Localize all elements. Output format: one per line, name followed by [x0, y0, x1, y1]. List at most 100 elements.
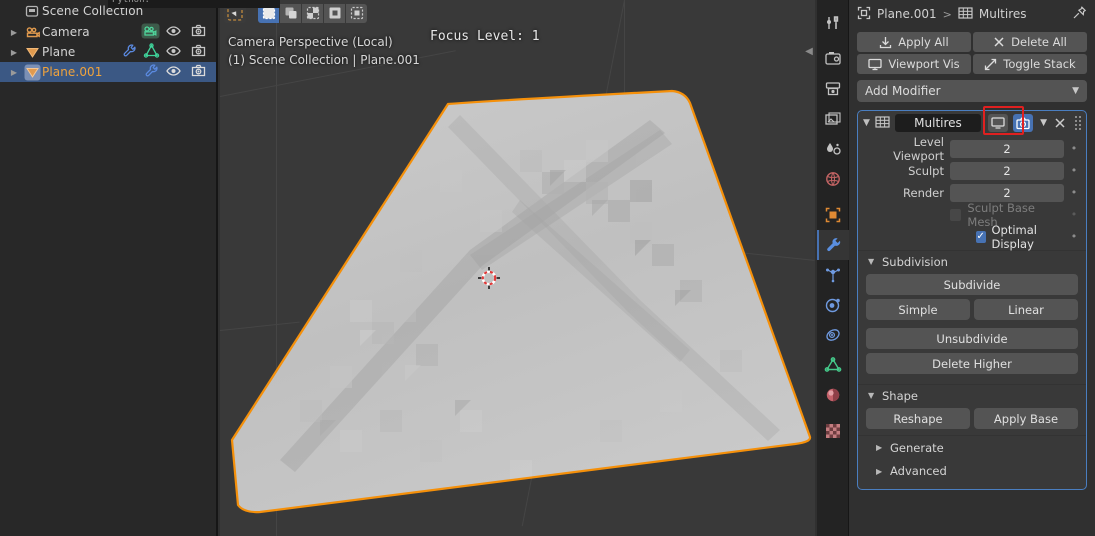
chevron-right-icon: ▶ — [876, 443, 883, 452]
tab-render[interactable] — [817, 44, 849, 74]
select-mode-extend[interactable] — [280, 3, 301, 23]
simple-button[interactable]: Simple — [866, 299, 970, 320]
chevron-down-icon: ▼ — [868, 391, 875, 400]
modifier-dropdown-icon[interactable]: ▼ — [1040, 118, 1047, 128]
select-mode-invert[interactable] — [324, 3, 345, 23]
3d-cursor — [478, 267, 500, 289]
animate-property-dot[interactable]: • — [1070, 208, 1078, 221]
realtime-display-toggle[interactable] — [988, 114, 1009, 132]
subdivide-mode-row: Simple Linear — [866, 299, 1078, 320]
camera-data-icons — [141, 23, 160, 42]
outliner-label-camera: Camera — [42, 25, 90, 39]
linear-button[interactable]: Linear — [974, 299, 1078, 320]
render-value[interactable]: 2 — [950, 183, 1064, 202]
tab-particles[interactable] — [817, 260, 849, 290]
animate-property-dot[interactable]: • — [1070, 142, 1078, 155]
reshape-button[interactable]: Reshape — [866, 408, 970, 429]
viewport-3d[interactable]: Camera Perspective (Local) (1) Scene Col… — [220, 0, 815, 536]
tab-object-constraints[interactable] — [817, 320, 849, 350]
tab-output[interactable] — [817, 74, 849, 104]
viewport-collapse-arrow[interactable]: ◀ — [803, 38, 815, 64]
modifier-wrench-icon[interactable] — [144, 63, 160, 82]
unsubdivide-button[interactable]: Unsubdivide — [866, 328, 1078, 349]
optimal-display-label: Optimal Display — [991, 222, 1038, 251]
modifier-close-icon[interactable] — [1054, 114, 1066, 133]
tab-tool[interactable] — [817, 8, 849, 38]
disable-in-renders-icon[interactable] — [191, 64, 206, 80]
tab-world[interactable] — [817, 164, 849, 194]
level-viewport-value[interactable]: 2 — [950, 139, 1064, 158]
blender-window: Scene Collection ▶ Camera ▶ Plane ▶ Plan… — [0, 0, 1095, 536]
disable-in-renders-icon[interactable] — [191, 44, 206, 60]
disable-in-renders-icon[interactable] — [191, 24, 206, 40]
section-header-shape[interactable]: ▼ Shape — [858, 384, 1086, 406]
toggle-stack-button[interactable]: Toggle Stack — [973, 54, 1087, 74]
shape-buttons-row: Reshape Apply Base — [866, 408, 1078, 429]
outliner-row-camera[interactable]: ▶ Camera — [0, 22, 216, 42]
hide-in-viewport-icon[interactable] — [166, 65, 181, 80]
breadcrumb-object[interactable]: Plane.001 — [877, 7, 937, 21]
field-level-viewport: Level Viewport 2 • — [866, 135, 1078, 163]
optimal-display-checkbox[interactable] — [976, 230, 986, 243]
hide-in-viewport-icon[interactable] — [166, 45, 181, 60]
drag-dots-icon[interactable] — [1075, 116, 1081, 130]
apply-base-button[interactable]: Apply Base — [974, 408, 1078, 429]
disclosure-triangle[interactable]: ▶ — [6, 68, 22, 77]
shape-title: Shape — [882, 388, 919, 403]
camera-data-icon[interactable] — [141, 23, 160, 42]
outliner-row-plane[interactable]: ▶ Plane — [0, 42, 216, 62]
outliner-label-plane-001: Plane.001 — [42, 65, 103, 79]
multires-modifier-card: ▼ Multires ▼ Level Viewport 2 • Sculpt 2… — [857, 106, 1087, 490]
modifier-body: Level Viewport 2 • Sculpt 2 • Render 2 • — [858, 135, 1086, 251]
section-header-subdivision[interactable]: ▼ Subdivision — [858, 250, 1086, 272]
tab-object-data[interactable] — [817, 350, 849, 380]
delete-all-button[interactable]: Delete All — [973, 32, 1087, 52]
render-display-toggle[interactable] — [1013, 114, 1034, 132]
tab-physics[interactable] — [817, 290, 849, 320]
subdivide-button[interactable]: Subdivide — [866, 274, 1078, 295]
select-mode-intersect[interactable] — [346, 3, 367, 23]
sculpted-plane-mesh — [230, 89, 812, 514]
section-header-advanced[interactable]: ▶ Advanced — [858, 459, 1086, 483]
modifier-header: ▼ Multires ▼ — [858, 106, 1086, 135]
sculpt-base-mesh-checkbox[interactable] — [950, 208, 962, 221]
collection-icon — [22, 4, 42, 18]
delete-all-label: Delete All — [1011, 35, 1067, 49]
field-sculpt: Sculpt 2 • — [866, 161, 1078, 180]
tab-object[interactable] — [817, 200, 849, 230]
multires-grid-icon — [875, 114, 890, 133]
hide-in-viewport-icon[interactable] — [166, 25, 181, 40]
modifier-expand-chevron-icon[interactable]: ▼ — [863, 118, 870, 128]
tab-material[interactable] — [817, 380, 849, 410]
plane-001-data-icons — [144, 63, 160, 82]
select-mode-subtract[interactable] — [302, 3, 323, 23]
pin-icon[interactable] — [1072, 5, 1087, 23]
apply-all-button[interactable]: Apply All — [857, 32, 971, 52]
disclosure-triangle[interactable]: ▶ — [6, 28, 22, 37]
download-icon — [879, 36, 892, 49]
tab-view-layer[interactable] — [817, 104, 849, 134]
mesh-data-icon[interactable] — [143, 42, 160, 62]
breadcrumb-modifier[interactable]: Multires — [979, 7, 1027, 21]
outliner-row-plane-001[interactable]: ▶ Plane.001 — [0, 62, 216, 82]
disclosure-triangle[interactable]: ▶ — [6, 48, 22, 57]
delete-higher-button[interactable]: Delete Higher — [866, 353, 1078, 374]
sculpt-value[interactable]: 2 — [950, 161, 1064, 180]
sculpt-label: Sculpt — [908, 163, 944, 178]
animate-property-dot[interactable]: • — [1070, 230, 1078, 243]
shape-section-body: Reshape Apply Base — [858, 406, 1086, 435]
add-modifier-dropdown[interactable]: Add Modifier ▼ — [857, 80, 1087, 102]
animate-property-dot[interactable]: • — [1070, 164, 1078, 177]
tab-scene[interactable] — [817, 134, 849, 164]
modifier-wrench-icon[interactable] — [122, 43, 138, 62]
stack-action-row-2: Viewport Vis Toggle Stack — [857, 54, 1087, 74]
tab-modifiers[interactable] — [817, 230, 849, 260]
animate-property-dot[interactable]: • — [1070, 186, 1078, 199]
modifier-name-field[interactable]: Multires — [894, 114, 982, 132]
outliner-panel: Scene Collection ▶ Camera ▶ Plane ▶ Plan… — [0, 0, 218, 536]
tab-texture[interactable] — [817, 416, 849, 446]
viewport-vis-button[interactable]: Viewport Vis — [857, 54, 971, 74]
section-header-generate[interactable]: ▶ Generate — [858, 435, 1086, 459]
stack-action-row-1: Apply All Delete All — [857, 32, 1087, 52]
properties-tab-column — [817, 0, 849, 536]
